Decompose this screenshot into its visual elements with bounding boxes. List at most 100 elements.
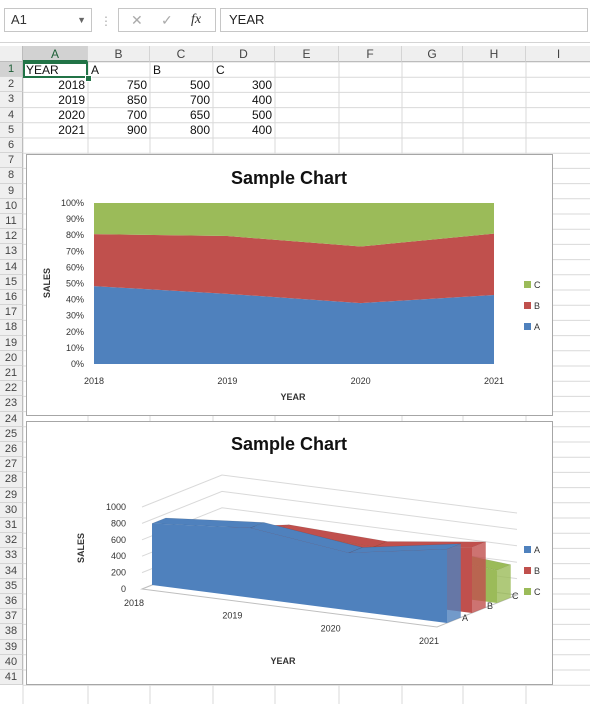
row-header-12[interactable]: 12 — [0, 229, 23, 245]
row-header-31[interactable]: 31 — [0, 518, 23, 534]
cell-a4[interactable]: 2020 — [23, 108, 88, 123]
row-header-9[interactable]: 9 — [0, 183, 23, 199]
cell-d5[interactable]: 400 — [213, 123, 275, 138]
enter-icon[interactable]: ✓ — [161, 11, 173, 29]
column-header-f[interactable]: F — [339, 46, 402, 62]
chart-2-legend-swatch-b — [524, 567, 531, 574]
row-header-10[interactable]: 10 — [0, 198, 23, 214]
chart-2-area-side-c[interactable] — [497, 564, 511, 603]
column-header-d[interactable]: D — [213, 46, 275, 62]
row-header-25[interactable]: 25 — [0, 426, 23, 442]
formula-input[interactable]: YEAR — [220, 8, 588, 32]
cell-d2[interactable]: 300 — [213, 78, 275, 93]
chart-2-depth-label: A — [462, 613, 468, 623]
cell-c2[interactable]: 500 — [150, 78, 213, 93]
column-header-i[interactable]: I — [526, 46, 590, 62]
chart-1-legend-label: B — [534, 301, 540, 311]
row-header-41[interactable]: 41 — [0, 670, 23, 686]
column-header-g[interactable]: G — [402, 46, 463, 62]
select-all-corner[interactable] — [0, 46, 23, 62]
column-header-e[interactable]: E — [275, 46, 339, 62]
chart-2-area-side-a[interactable] — [447, 543, 461, 623]
row-header-40[interactable]: 40 — [0, 654, 23, 670]
row-header-21[interactable]: 21 — [0, 366, 23, 382]
chart-2-x-tick: 2020 — [321, 623, 341, 633]
row-header-27[interactable]: 27 — [0, 457, 23, 473]
row-header-8[interactable]: 8 — [0, 168, 23, 184]
row-header-15[interactable]: 15 — [0, 274, 23, 290]
row-header-37[interactable]: 37 — [0, 609, 23, 625]
chart-1-legend-label: C — [534, 280, 541, 290]
row-header-17[interactable]: 17 — [0, 305, 23, 321]
row-header-24[interactable]: 24 — [0, 411, 23, 427]
chart-2-legend-label: C — [534, 587, 541, 597]
chart-1-legend-label: A — [534, 322, 540, 332]
chart-2-area-side-b[interactable] — [472, 541, 486, 613]
column-header-a[interactable]: A — [23, 46, 88, 62]
column-header-c[interactable]: C — [150, 46, 213, 62]
formula-bar-grip-icon[interactable]: ⋮ — [100, 13, 112, 29]
row-header-34[interactable]: 34 — [0, 563, 23, 579]
row-header-29[interactable]: 29 — [0, 487, 23, 503]
row-header-28[interactable]: 28 — [0, 472, 23, 488]
row-header-6[interactable]: 6 — [0, 138, 23, 154]
row-header-23[interactable]: 23 — [0, 396, 23, 412]
chart-1-y-tick: 50% — [66, 279, 84, 289]
cell-b5[interactable]: 900 — [88, 123, 150, 138]
cell-b2[interactable]: 750 — [88, 78, 150, 93]
row-header-18[interactable]: 18 — [0, 320, 23, 336]
cell-c3[interactable]: 700 — [150, 93, 213, 108]
cell-b1[interactable]: A — [91, 63, 99, 78]
row-header-4[interactable]: 4 — [0, 107, 23, 123]
cell-d4[interactable]: 500 — [213, 108, 275, 123]
cell-a5[interactable]: 2021 — [23, 123, 88, 138]
cancel-icon[interactable]: ✕ — [131, 11, 143, 29]
chart-1-svg: Sample Chart SALES YEAR 0% 10% 20% 30% 40% 50% 60… — [42, 168, 541, 402]
column-header-h[interactable]: H — [463, 46, 526, 62]
row-header-13[interactable]: 13 — [0, 244, 23, 260]
row-header-22[interactable]: 22 — [0, 381, 23, 397]
column-header-b[interactable]: B — [88, 46, 150, 62]
row-header-16[interactable]: 16 — [0, 290, 23, 306]
row-header-7[interactable]: 7 — [0, 153, 23, 169]
row-header-5[interactable]: 5 — [0, 122, 23, 138]
cell-a3[interactable]: 2019 — [23, 93, 88, 108]
row-header-14[interactable]: 14 — [0, 259, 23, 275]
row-header-19[interactable]: 19 — [0, 335, 23, 351]
fill-handle[interactable] — [85, 75, 92, 82]
row-header-32[interactable]: 32 — [0, 533, 23, 549]
chart-2-x-tick: 2021 — [419, 636, 439, 646]
chart-2-y-axis-title: SALES — [76, 533, 86, 563]
row-header-38[interactable]: 38 — [0, 624, 23, 640]
row-header-39[interactable]: 39 — [0, 639, 23, 655]
chart-2-svg: Sample Chart SALES YEAR 0 200 400 600 800 1000 20… — [76, 434, 541, 666]
chart-1-y-tick: 10% — [66, 343, 84, 353]
chart-3d-area[interactable]: Sample Chart SALES YEAR 0 200 400 600 800 1000 20… — [26, 421, 553, 685]
cell-c4[interactable]: 650 — [150, 108, 213, 123]
cell-a2[interactable]: 2018 — [23, 78, 88, 93]
row-header-20[interactable]: 20 — [0, 350, 23, 366]
row-header-33[interactable]: 33 — [0, 548, 23, 564]
row-header-35[interactable]: 35 — [0, 578, 23, 594]
insert-function-icon[interactable]: fx — [191, 11, 201, 29]
chart-100-stacked-area[interactable]: Sample Chart SALES YEAR 0% 10% 20% 30% 40% 50% 60… — [26, 154, 553, 416]
cell-d3[interactable]: 400 — [213, 93, 275, 108]
cell-d1[interactable]: C — [216, 63, 225, 78]
name-box-dropdown-icon[interactable]: ▼ — [77, 9, 86, 31]
row-header-2[interactable]: 2 — [0, 77, 23, 93]
row-header-26[interactable]: 26 — [0, 442, 23, 458]
row-header-36[interactable]: 36 — [0, 594, 23, 610]
row-header-30[interactable]: 30 — [0, 502, 23, 518]
chart-1-y-tick: 60% — [66, 262, 84, 272]
name-box[interactable]: A1 ▼ — [4, 8, 92, 32]
row-header-11[interactable]: 11 — [0, 214, 23, 230]
row-header-1[interactable]: 1 — [0, 62, 23, 78]
chart-1-legend-swatch-c — [524, 281, 531, 288]
cell-c5[interactable]: 800 — [150, 123, 213, 138]
cell-b3[interactable]: 850 — [88, 93, 150, 108]
chart-1-x-tick: 2019 — [217, 376, 237, 386]
row-header-3[interactable]: 3 — [0, 92, 23, 108]
cell-b4[interactable]: 700 — [88, 108, 150, 123]
chart-1-x-tick: 2021 — [484, 376, 504, 386]
cell-c1[interactable]: B — [153, 63, 161, 78]
